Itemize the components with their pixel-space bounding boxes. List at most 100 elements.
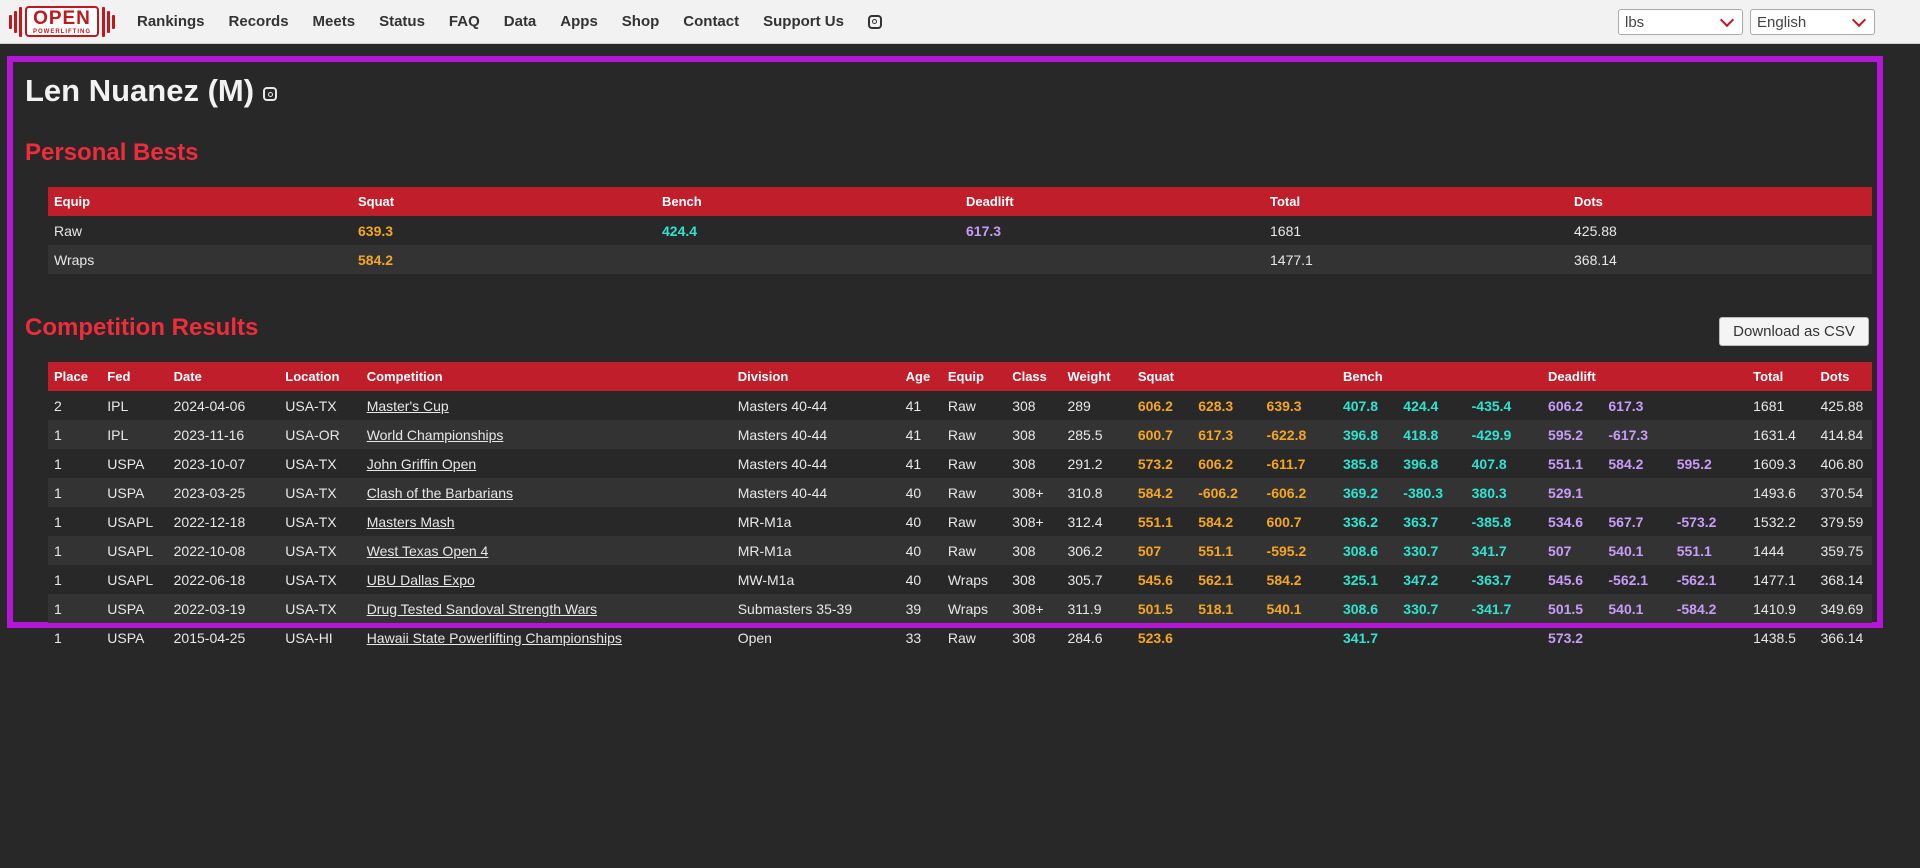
table-cell: 507 (1131, 536, 1193, 565)
table-cell: 396.8 (1403, 455, 1439, 472)
meet-link[interactable]: Masters Mash (367, 514, 455, 530)
table-cell: -611.7 (1266, 455, 1306, 472)
personal-bests-table: Equip Squat Bench Deadlift Total Dots Raw 639.… (48, 187, 1872, 274)
nav-rankings[interactable]: Rankings (137, 13, 205, 30)
table-cell: USAPL (101, 536, 168, 565)
table-cell: John Griffin Open (361, 449, 732, 478)
table-cell: 308 (1012, 629, 1036, 646)
table-cell: Masters 40-44 (737, 397, 828, 414)
table-cell: USA-OR (279, 420, 361, 449)
table-cell: 414.84 (1814, 420, 1872, 449)
table-cell: 584.2 (1131, 478, 1193, 507)
nav-data[interactable]: Data (504, 13, 537, 30)
language-select[interactable]: English (1750, 9, 1875, 35)
table-cell: 2023-03-25 (167, 478, 280, 507)
instagram-icon[interactable] (867, 14, 882, 29)
table-cell: 551.1 (1137, 513, 1173, 530)
download-csv-button[interactable]: Download as CSV (1719, 317, 1869, 346)
meet-link[interactable]: Hawaii State Powerlifting Championships (367, 630, 622, 646)
table-cell: 341.7 (1342, 629, 1378, 646)
meet-link[interactable]: World Championships (367, 427, 504, 443)
table-cell: 1 (48, 536, 102, 565)
table-cell: 1 (54, 571, 62, 588)
units-select[interactable]: lbs (1618, 9, 1743, 35)
table-cell: -429.9 (1465, 420, 1543, 449)
competition-results-title: Competition Results (25, 314, 259, 341)
table-cell: 529.1 (1542, 478, 1603, 507)
table-cell: 584.2 (1266, 571, 1302, 588)
table-cell: USPA (101, 594, 168, 623)
table-cell: Masters 40-44 (737, 455, 828, 472)
table-cell: USAPL (107, 571, 154, 588)
table-cell: 584.2 (1198, 513, 1234, 530)
table-cell: 628.3 (1198, 397, 1234, 414)
nav-shop[interactable]: Shop (622, 13, 660, 30)
personal-bests-title: Personal Bests (25, 139, 199, 166)
nav-selects: lbs English (1618, 9, 1875, 35)
lifter-name: Len Nuanez (M) (25, 73, 255, 108)
table-cell: 2022-06-18 (173, 571, 246, 588)
table-cell: Wraps (48, 245, 352, 274)
column-header: Fed (101, 362, 168, 391)
table-cell: Raw (54, 222, 83, 239)
nav-faq[interactable]: FAQ (449, 13, 480, 30)
table-cell: 2015-04-25 (173, 629, 246, 646)
table-cell: 551.1 (1548, 455, 1584, 472)
table-cell: Raw (941, 420, 1007, 449)
table-row: 1 USPA 2022-03-19 USA-TX Drug Tested Sandova… (48, 594, 1872, 623)
table-cell: 308+ (1012, 513, 1044, 530)
table-cell: 600.7 (1131, 420, 1193, 449)
lifter-content: Len Nuanez (M) Personal Bests Equip Squat… (25, 62, 1885, 646)
table-cell: -562.1 (1676, 571, 1717, 588)
meet-link[interactable]: John Griffin Open (367, 456, 476, 472)
meet-link[interactable]: Master's Cup (367, 398, 449, 414)
table-cell: Open (737, 629, 772, 646)
table-cell: 310.8 (1061, 478, 1132, 507)
table-cell: 380.3 (1465, 478, 1543, 507)
table-cell: -435.4 (1471, 397, 1512, 414)
column-header (1670, 362, 1748, 391)
table-cell: USA-TX (285, 513, 337, 530)
table-cell: 606.2 (1137, 397, 1173, 414)
nav-meets[interactable]: Meets (313, 13, 356, 30)
table-cell: 501.5 (1542, 594, 1603, 623)
nav-status[interactable]: Status (379, 13, 425, 30)
chevron-down-icon (1851, 12, 1867, 28)
table-row: 1 USAPL 2022-06-18 USA-TX UBU Dallas Expo MW-… (48, 565, 1872, 594)
table-cell: Raw (947, 397, 976, 414)
table-cell: 595.2 (1542, 420, 1603, 449)
meet-link[interactable]: West Texas Open 4 (367, 543, 489, 559)
table-cell: 418.8 (1397, 420, 1466, 449)
meet-link[interactable]: Drug Tested Sandoval Strength Wars (367, 601, 597, 617)
chevron-down-icon (1719, 12, 1735, 28)
column-header: Dots (1814, 362, 1872, 391)
nav-support-us[interactable]: Support Us (763, 13, 844, 30)
column-header (1192, 362, 1261, 391)
table-cell: 284.6 (1067, 629, 1103, 646)
meet-link[interactable]: Clash of the Barbarians (367, 485, 513, 501)
table-cell: -617.3 (1602, 420, 1671, 449)
table-cell: 424.4 (662, 222, 698, 239)
table-cell: 606.2 (1548, 397, 1584, 414)
table-cell (1397, 623, 1465, 652)
table-header-row: Equip Squat Bench Deadlift Total Dots (48, 187, 1872, 216)
column-header: Weight (1061, 362, 1132, 391)
column-header: Class (1006, 362, 1062, 391)
table-cell: 1532.2 (1753, 513, 1796, 530)
table-cell: 41 (899, 420, 942, 449)
table-cell: 1 (48, 478, 102, 507)
nav-apps[interactable]: Apps (560, 13, 598, 30)
openpowerlifting-logo[interactable]: OPEN POWERLIFTING (9, 4, 115, 40)
table-cell: Raw (947, 455, 976, 472)
logo-left-bars (9, 6, 22, 38)
table-cell: 551.1 (1670, 536, 1748, 565)
nav-contact[interactable]: Contact (683, 13, 739, 30)
table-cell (1671, 391, 1747, 420)
nav-records[interactable]: Records (229, 13, 289, 30)
table-cell: 425.88 (1574, 222, 1617, 239)
meet-link[interactable]: UBU Dallas Expo (367, 572, 475, 588)
table-cell: 1438.5 (1753, 629, 1796, 646)
table-cell: USA-HI (285, 629, 333, 646)
instagram-icon[interactable] (263, 87, 278, 101)
table-cell: 349.69 (1814, 594, 1872, 623)
